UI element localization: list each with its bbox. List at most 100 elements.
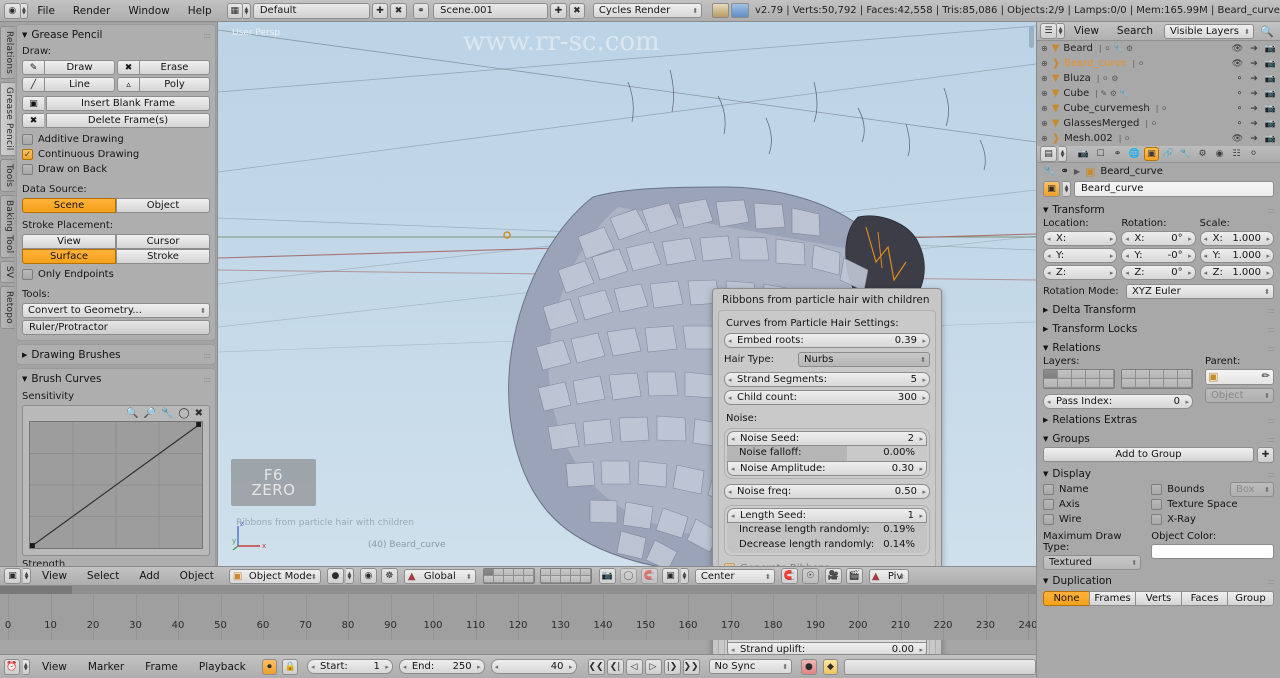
stroke-placement-cursor-button[interactable]: Cursor <box>116 234 210 249</box>
next-keyframe-icon[interactable]: |❯ <box>663 658 681 675</box>
render-icon[interactable]: 📷 <box>1265 59 1276 69</box>
panel-header-drawing-brushes[interactable]: ▶ Drawing Brushes :::: <box>22 348 211 361</box>
layer-cell[interactable] <box>1136 370 1150 379</box>
outliner-row-mesh-002[interactable]: ⊕ ❱ Mesh.002 | ⚪ 👁 ➔ 📷 <box>1037 131 1280 146</box>
row-toggles[interactable]: 👁 ➔ 📷 <box>1232 59 1276 69</box>
layer-cell[interactable] <box>1058 370 1072 379</box>
bounds-type-select[interactable]: Box <box>1230 482 1274 497</box>
duplication-frames-button[interactable]: Frames <box>1089 591 1136 606</box>
scene-icon[interactable]: ⚭ <box>1060 166 1068 177</box>
length-seed-field[interactable]: Length Seed: 1 <box>727 508 927 523</box>
editor-type-spinner[interactable]: ▲ ▼ <box>1059 146 1067 162</box>
eye-icon[interactable]: 👁 <box>1232 134 1243 144</box>
timeline-scrollbar-track[interactable] <box>0 586 1036 594</box>
child-count-field[interactable]: Child count: 300 <box>724 390 930 405</box>
wrench-icon[interactable]: 🔧 <box>161 408 173 419</box>
row-toggles[interactable]: ⚬ ➔ 📷 <box>1236 104 1276 114</box>
layer-cell[interactable] <box>1086 379 1100 388</box>
keying-set-icon[interactable]: ◆ <box>822 658 839 675</box>
rotation-x-field[interactable]: X: 0° <box>1121 231 1196 246</box>
stroke-placement-view-button[interactable]: View <box>22 234 116 249</box>
layer-cell[interactable] <box>1086 370 1100 379</box>
proportional-edit-icon[interactable]: ◯ <box>619 568 637 584</box>
screen-layout-icon[interactable]: ▦ <box>226 2 244 19</box>
ruler-protractor-button[interactable]: Ruler/Protractor <box>22 320 210 335</box>
panel-grip[interactable]: :::: <box>1267 416 1275 425</box>
vtab-grease-pencil[interactable]: Grease Pencil <box>0 82 15 156</box>
menu-window[interactable]: Window <box>119 0 178 22</box>
stroke-placement-surface-button[interactable]: Surface <box>22 249 116 264</box>
delete-scene-icon[interactable]: ✖ <box>568 2 586 19</box>
scale-z-field[interactable]: Z: 1.000 <box>1199 265 1274 280</box>
play-icon[interactable]: ▷ <box>644 658 662 675</box>
layer-cell[interactable] <box>1164 370 1178 379</box>
line-button[interactable]: Line <box>44 77 115 92</box>
checkbox-display-texture-space[interactable]: Texture Space <box>1151 497 1274 512</box>
panel-grip[interactable]: :::: <box>1267 577 1275 586</box>
scale-x-field[interactable]: X: 1.000 <box>1199 231 1274 246</box>
pass-index-field[interactable]: Pass Index: 0 <box>1043 394 1193 409</box>
row-toggles[interactable]: 👁 ➔ 📷 <box>1232 134 1276 144</box>
embed-roots-field[interactable]: Embed roots: 0.39 <box>724 333 930 348</box>
tl-menu-marker[interactable]: Marker <box>79 655 133 678</box>
object-color-swatch[interactable] <box>1151 544 1274 559</box>
layer-cell[interactable] <box>1100 370 1114 379</box>
expand-icon[interactable]: ⊕ <box>1041 74 1048 83</box>
render-animation-icon[interactable]: 🎬 <box>845 568 863 584</box>
stroke-placement-stroke-button[interactable]: Stroke <box>116 249 210 264</box>
tab-render-layers[interactable]: ☐ <box>1093 147 1108 161</box>
menu-help[interactable]: Help <box>179 0 221 22</box>
prev-keyframe-icon[interactable]: ❮| <box>606 658 624 675</box>
checkbox-only-endpoints[interactable]: Only Endpoints <box>22 267 210 282</box>
scene-icon[interactable]: ⚭ <box>412 2 430 19</box>
object-name-field[interactable]: Beard_curve <box>1074 181 1274 197</box>
zoom-out-icon[interactable]: 🔎 <box>144 408 156 419</box>
render-engine-select[interactable]: Cycles Render <box>592 3 703 18</box>
render-icon[interactable]: 📷 <box>1265 89 1276 99</box>
properties-editor-icon[interactable]: ▤ <box>1040 146 1057 162</box>
cursor-select-icon[interactable]: ➔ <box>1250 134 1258 144</box>
panel-header-grease-pencil[interactable]: ▼ Grease Pencil :::: <box>22 28 211 44</box>
eye-icon-off[interactable]: ⚬ <box>1236 119 1244 129</box>
sync-mode-select[interactable]: No Sync <box>708 659 793 674</box>
vtab-baking-tool[interactable]: Baking Tool <box>0 194 15 259</box>
data-source-object-button[interactable]: Object <box>116 198 210 213</box>
layer-visibility-grid-2[interactable] <box>539 568 592 584</box>
checkbox-display-bounds[interactable]: Bounds <box>1151 482 1226 497</box>
checkbox-display-name[interactable]: Name <box>1043 482 1141 497</box>
panel-relations-extras[interactable]: ▶ Relations Extras :::: <box>1043 412 1275 428</box>
panel-grip[interactable]: :::: <box>203 351 211 360</box>
outliner-row-cube[interactable]: ⊕ ▼ Cube | ✎ ⚙ 🔧 ⚬ ➔ 📷 <box>1037 86 1280 101</box>
rotation-z-field[interactable]: Z: 0° <box>1121 265 1196 280</box>
expand-icon[interactable]: ⊕ <box>1041 104 1048 113</box>
layer-cell[interactable] <box>1058 379 1072 388</box>
editor-type-spinner[interactable]: ▲ ▼ <box>1057 23 1065 39</box>
manipulator-icon[interactable]: ☸ <box>380 568 398 584</box>
editor-type-spinner[interactable]: ▲ ▼ <box>20 2 29 19</box>
expand-icon[interactable]: ⊕ <box>1041 134 1048 143</box>
row-toggles[interactable]: ⚬ ➔ 📷 <box>1236 74 1276 84</box>
add-screen-icon[interactable]: ✚ <box>371 2 389 19</box>
record-red-icon[interactable]: ● <box>801 658 817 675</box>
menu-render[interactable]: Render <box>64 0 119 22</box>
vtab-relations[interactable]: Relations <box>0 26 15 80</box>
pivot-spinner[interactable]: ▲ ▼ <box>680 568 689 584</box>
layer-cell[interactable] <box>1150 379 1164 388</box>
plus-icon[interactable]: ✚ <box>1257 447 1274 463</box>
vtab-tools[interactable]: Tools <box>0 158 15 192</box>
screen-layout-field[interactable]: Default <box>252 2 370 19</box>
layer-cell[interactable] <box>1100 379 1114 388</box>
layer-cell[interactable] <box>1122 370 1136 379</box>
viewport-shading-icon[interactable]: ● <box>326 568 344 584</box>
tab-object[interactable]: ▣ <box>1144 147 1159 161</box>
noise-seed-field[interactable]: Noise Seed: 2 <box>727 431 927 446</box>
layer-cell[interactable] <box>1072 370 1086 379</box>
noise-freq-field[interactable]: Noise freq: 0.50 <box>724 484 930 499</box>
tool-icon[interactable]: 🔧 <box>1043 166 1055 177</box>
panel-header-transform[interactable]: ▼ Transform :::: <box>1043 202 1275 218</box>
cursor-select-icon[interactable]: ➔ <box>1250 59 1258 69</box>
keying-set-field[interactable] <box>844 658 1036 675</box>
viewport-scrollbar[interactable] <box>1029 26 1034 48</box>
add-scene-icon[interactable]: ✚ <box>550 2 567 19</box>
eyedropper-icon[interactable]: ✏ <box>1262 369 1270 385</box>
